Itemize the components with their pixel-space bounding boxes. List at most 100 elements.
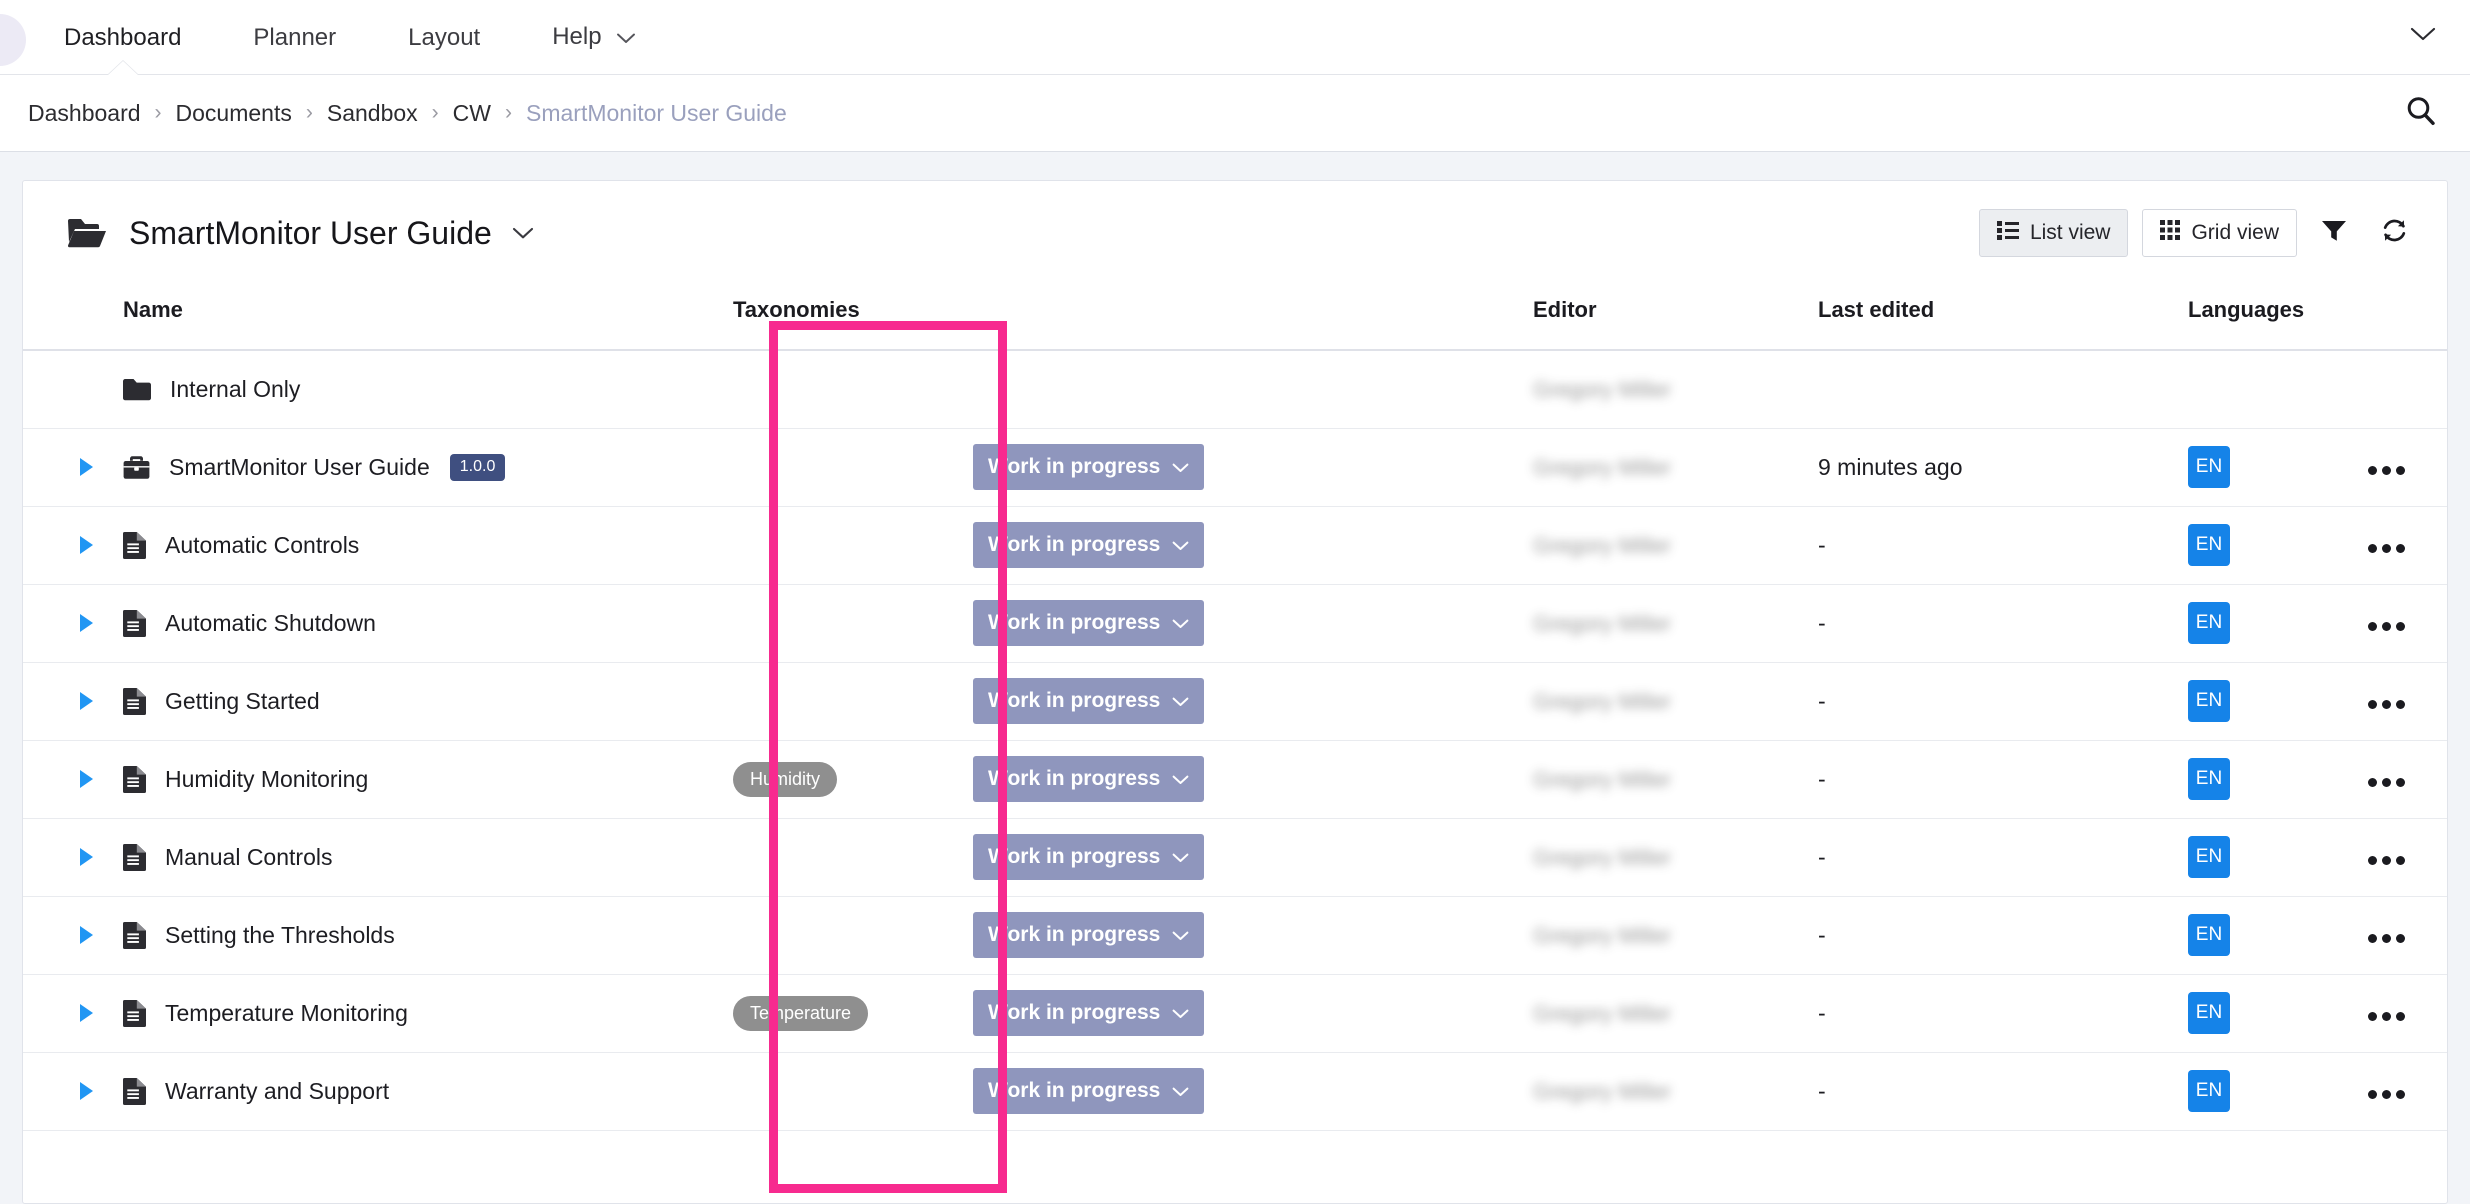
- row-name-label[interactable]: Temperature Monitoring: [165, 1000, 408, 1027]
- grid-view-button[interactable]: Grid view: [2142, 209, 2297, 257]
- column-header-name[interactable]: Name: [23, 267, 733, 351]
- list-view-button[interactable]: List view: [1978, 209, 2129, 257]
- nav-item-dashboard[interactable]: Dashboard: [28, 0, 217, 76]
- language-badge[interactable]: EN: [2188, 446, 2230, 488]
- document-icon: [123, 687, 146, 715]
- column-header-editor[interactable]: Editor: [1533, 267, 1818, 351]
- breadcrumb-item-dashboard[interactable]: Dashboard: [28, 100, 141, 127]
- table-row[interactable]: SmartMonitor User Guide 1.0.0 Work in prog…: [23, 428, 2447, 507]
- nav-item-dashboard-label: Dashboard: [64, 23, 182, 51]
- row-overflow-menu-icon[interactable]: [2368, 1011, 2405, 1021]
- row-overflow-menu-icon[interactable]: [2368, 543, 2405, 553]
- language-badge[interactable]: EN: [2188, 758, 2230, 800]
- column-header-taxonomies[interactable]: Taxonomies: [733, 267, 973, 351]
- expand-row-triangle-icon[interactable]: [80, 458, 93, 476]
- folder-icon: [123, 378, 151, 401]
- chevron-down-icon: [1172, 689, 1189, 713]
- status-dropdown-button[interactable]: Work in progress: [973, 678, 1205, 724]
- editor-name-redacted: Gregory Miller: [1533, 376, 1672, 402]
- table-row[interactable]: Internal Only Gregory Miller: [23, 350, 2447, 429]
- nav-item-help[interactable]: Help: [516, 0, 671, 76]
- breadcrumb-item-documents[interactable]: Documents: [176, 100, 292, 127]
- folder-open-icon: [67, 217, 107, 249]
- breadcrumb-bar: Dashboard › Documents › Sandbox › CW › S…: [0, 75, 2470, 152]
- filter-button[interactable]: [2311, 210, 2357, 256]
- language-badge[interactable]: EN: [2188, 836, 2230, 878]
- top-nav-collapse-button[interactable]: [2410, 27, 2470, 47]
- expand-row-triangle-icon[interactable]: [80, 692, 93, 710]
- expand-row-triangle-icon[interactable]: [80, 1082, 93, 1100]
- cell-status: Work in progress: [973, 1052, 1533, 1131]
- cell-last-edited: -: [1818, 974, 2188, 1053]
- row-overflow-menu-icon[interactable]: [2368, 933, 2405, 943]
- expand-row-triangle-icon[interactable]: [80, 848, 93, 866]
- status-dropdown-button[interactable]: Work in progress: [973, 990, 1205, 1036]
- status-dropdown-button[interactable]: Work in progress: [973, 834, 1205, 880]
- row-name-label[interactable]: Automatic Shutdown: [165, 610, 376, 637]
- table-row[interactable]: Automatic Shutdown Work in progress Gregor…: [23, 584, 2447, 663]
- cell-taxonomies: [733, 896, 973, 975]
- table-row[interactable]: Getting Started Work in progress Gregory M…: [23, 662, 2447, 741]
- status-dropdown-button[interactable]: Work in progress: [973, 756, 1205, 802]
- status-dropdown-button[interactable]: Work in progress: [973, 600, 1205, 646]
- breadcrumb-item-sandbox[interactable]: Sandbox: [327, 100, 418, 127]
- language-badge[interactable]: EN: [2188, 992, 2230, 1034]
- status-dropdown-button[interactable]: Work in progress: [973, 444, 1205, 490]
- language-badge[interactable]: EN: [2188, 602, 2230, 644]
- breadcrumb-separator: ›: [154, 101, 162, 124]
- row-overflow-menu-icon[interactable]: [2368, 699, 2405, 709]
- document-icon: [123, 531, 146, 559]
- row-name-label[interactable]: Manual Controls: [165, 844, 332, 871]
- taxonomy-tag[interactable]: Temperature: [733, 995, 869, 1031]
- row-name-label[interactable]: Getting Started: [165, 688, 320, 715]
- status-dropdown-button[interactable]: Work in progress: [973, 912, 1205, 958]
- status-dropdown-button[interactable]: Work in progress: [973, 522, 1205, 568]
- table-row[interactable]: Warranty and Support Work in progress Greg…: [23, 1052, 2447, 1131]
- cell-last-edited: -: [1818, 818, 2188, 897]
- refresh-button[interactable]: [2371, 210, 2417, 256]
- language-badge[interactable]: EN: [2188, 524, 2230, 566]
- row-name-label[interactable]: Humidity Monitoring: [165, 766, 368, 793]
- page-title: SmartMonitor User Guide: [129, 214, 492, 251]
- breadcrumb-item-cw[interactable]: CW: [453, 100, 491, 127]
- table-row[interactable]: Automatic Controls Work in progress Gregor…: [23, 506, 2447, 585]
- row-name-label[interactable]: Automatic Controls: [165, 532, 359, 559]
- breadcrumb-separator: ›: [431, 101, 439, 124]
- row-overflow-menu-icon[interactable]: [2368, 855, 2405, 865]
- expand-row-triangle-icon[interactable]: [80, 926, 93, 944]
- column-header-languages[interactable]: Languages: [2188, 267, 2368, 351]
- list-view-label: List view: [2029, 221, 2111, 244]
- row-overflow-menu-icon[interactable]: [2368, 777, 2405, 787]
- table-row[interactable]: Temperature Monitoring Temperature Work in…: [23, 974, 2447, 1053]
- cell-status: Work in progress: [973, 740, 1533, 819]
- status-dropdown-button[interactable]: Work in progress: [973, 1068, 1205, 1114]
- search-button[interactable]: [2404, 94, 2438, 133]
- row-overflow-menu-icon[interactable]: [2368, 1089, 2405, 1099]
- row-name-label[interactable]: Internal Only: [170, 376, 300, 403]
- status-label: Work in progress: [988, 1001, 1161, 1024]
- column-header-last-edited[interactable]: Last edited: [1818, 267, 2188, 351]
- nav-item-planner[interactable]: Planner: [217, 0, 372, 75]
- table-row[interactable]: Humidity Monitoring Humidity Work in progr…: [23, 740, 2447, 819]
- language-badge[interactable]: EN: [2188, 680, 2230, 722]
- table-row[interactable]: Setting the Thresholds Work in progress Gr…: [23, 896, 2447, 975]
- taxonomy-tag[interactable]: Humidity: [733, 761, 838, 797]
- row-overflow-menu-icon[interactable]: [2368, 465, 2405, 475]
- expand-row-triangle-icon[interactable]: [80, 1004, 93, 1022]
- row-name-label[interactable]: Warranty and Support: [165, 1078, 389, 1105]
- page-title-dropdown-button[interactable]: [512, 227, 534, 240]
- expand-row-triangle-icon[interactable]: [80, 536, 93, 554]
- expand-row-triangle-icon[interactable]: [80, 770, 93, 788]
- language-badge[interactable]: EN: [2188, 1070, 2230, 1112]
- language-badge[interactable]: EN: [2188, 914, 2230, 956]
- status-label: Work in progress: [988, 689, 1161, 712]
- row-overflow-menu-icon[interactable]: [2368, 621, 2405, 631]
- table-row[interactable]: Manual Controls Work in progress Gregory M…: [23, 818, 2447, 897]
- expand-row-triangle-icon[interactable]: [80, 614, 93, 632]
- nav-item-layout[interactable]: Layout: [372, 0, 516, 75]
- cell-editor: Gregory Miller: [1533, 350, 1818, 429]
- row-name-label[interactable]: Setting the Thresholds: [165, 922, 395, 949]
- content-card: SmartMonitor User Guide List view Grid v…: [22, 180, 2448, 1204]
- last-edited-value: -: [1818, 999, 1826, 1026]
- row-name-label[interactable]: SmartMonitor User Guide: [169, 454, 430, 481]
